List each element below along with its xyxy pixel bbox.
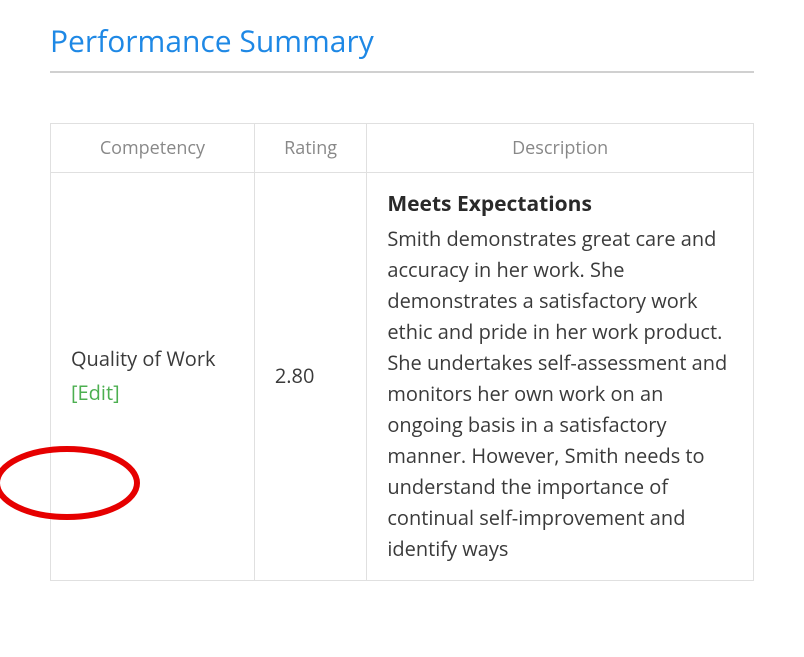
header-rating: Rating xyxy=(254,124,366,173)
rating-value: 2.80 xyxy=(254,173,366,581)
competency-cell: Quality of Work [Edit] xyxy=(51,173,255,581)
edit-link[interactable]: [Edit] xyxy=(71,378,120,408)
header-competency: Competency xyxy=(51,124,255,173)
description-cell: Meets Expectations Smith demonstrates gr… xyxy=(367,173,754,581)
description-text: Smith demonstrates great care and accura… xyxy=(387,225,727,562)
competency-name: Quality of Work xyxy=(71,344,234,374)
page-title: Performance Summary xyxy=(50,20,754,73)
table-header-row: Competency Rating Description xyxy=(51,124,754,173)
header-description: Description xyxy=(367,124,754,173)
description-heading: Meets Expectations xyxy=(387,189,733,221)
table-row: Quality of Work [Edit] 2.80 Meets Expect… xyxy=(51,173,754,581)
performance-summary-table: Competency Rating Description Quality of… xyxy=(50,123,754,581)
